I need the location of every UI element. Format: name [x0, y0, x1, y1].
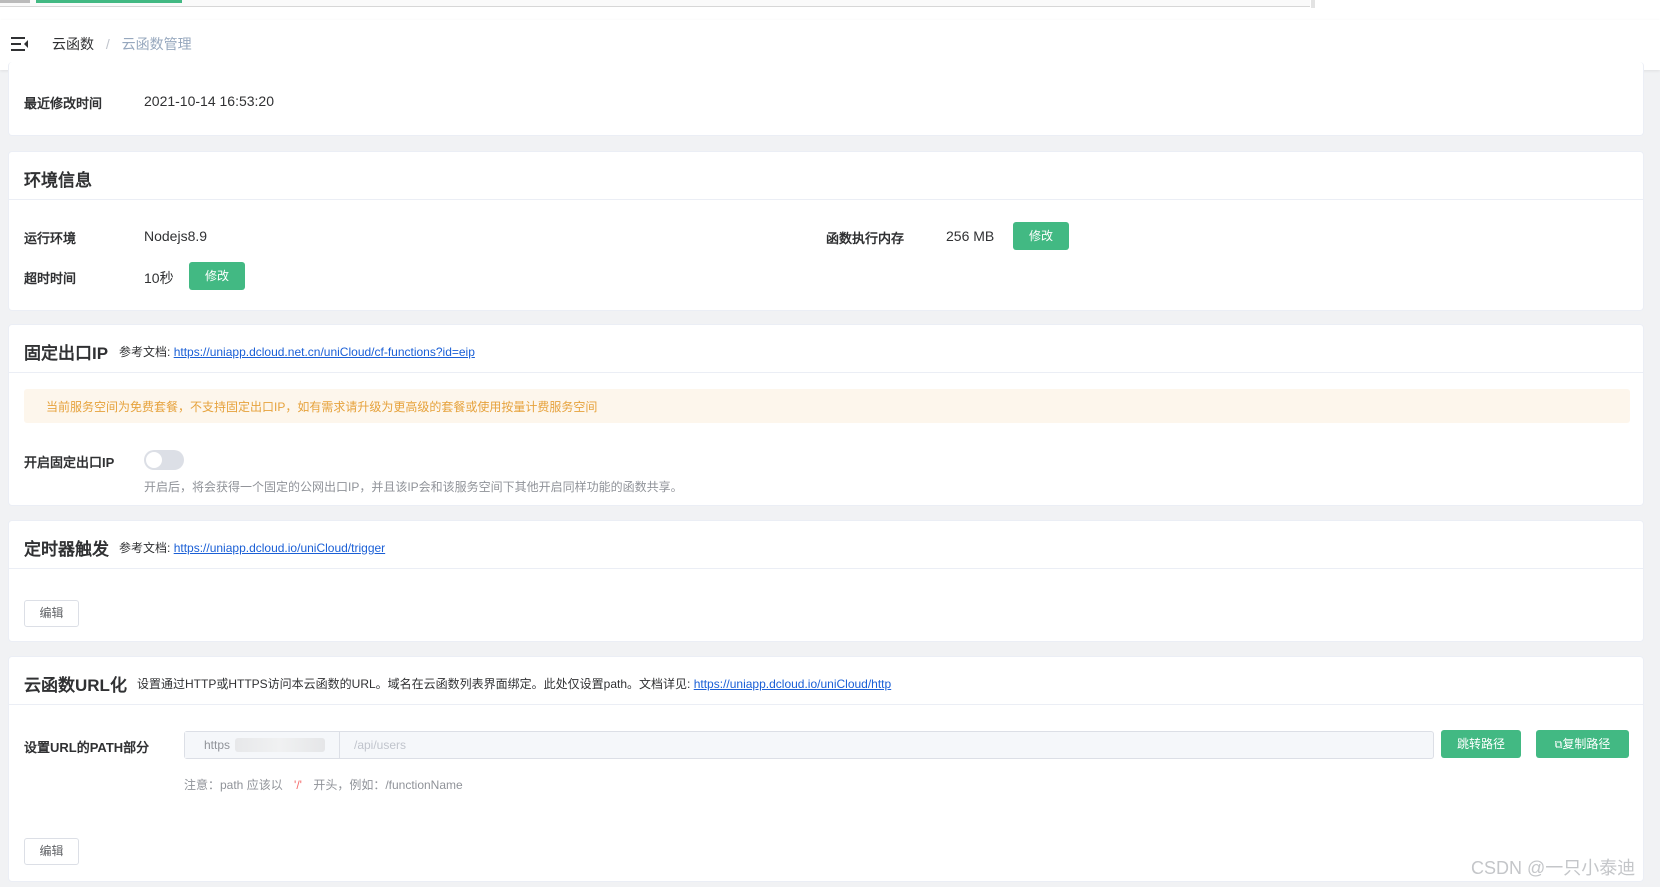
timer-doc: 参考文档: https://uniapp.dcloud.io/uniCloud/…	[119, 539, 385, 556]
copy-path-label: 复制路径	[1562, 737, 1611, 751]
fixed-ip-doc-prefix: 参考文档:	[119, 345, 171, 359]
timer-card: 定时器触发 参考文档: https://uniapp.dcloud.io/uni…	[8, 520, 1644, 642]
env-card-header: 环境信息	[9, 152, 1643, 200]
warning-text: 当前服务空间为免费套餐，不支持固定出口IP，如有需求请升级为更高级的套餐或使用按…	[46, 400, 598, 414]
timeout-label: 超时时间	[24, 271, 77, 286]
fixed-ip-hint: 开启后，将会获得一个固定的公网出口IP，并且该IP会和该服务空间下其他开启同样功…	[144, 480, 683, 494]
path-note-suffix: 开头，例如：/functionName	[313, 778, 463, 792]
tab-inactive[interactable]	[0, 0, 30, 3]
fixed-ip-doc: 参考文档: https://uniapp.dcloud.net.cn/uniCl…	[119, 343, 475, 360]
path-prefix: https	[185, 732, 340, 758]
path-input-group: https	[184, 731, 1434, 759]
path-input[interactable]	[340, 732, 1430, 758]
runtime-value: Nodejs8.9	[144, 228, 208, 244]
url-doc-link[interactable]: https://uniapp.dcloud.io/uniCloud/http	[694, 677, 891, 691]
fixed-ip-doc-link[interactable]: https://uniapp.dcloud.net.cn/uniCloud/cf…	[174, 345, 475, 359]
fixed-ip-header: 固定出口IP 参考文档: https://uniapp.dcloud.net.c…	[9, 325, 1643, 373]
env-title: 环境信息	[24, 171, 92, 190]
timer-doc-link[interactable]: https://uniapp.dcloud.io/uniCloud/trigge…	[174, 541, 385, 555]
url-card: 云函数URL化 设置通过HTTP或HTTPS访问本云函数的URL。域名在云函数列…	[8, 656, 1644, 882]
path-prefix-text: https	[204, 738, 231, 752]
fixed-ip-toggle-label: 开启固定出口IP	[24, 455, 115, 470]
timeout-value: 10秒	[144, 270, 174, 286]
watermark: CSDN @一只小泰迪	[1471, 858, 1636, 878]
url-desc-text: 设置通过HTTP或HTTPS访问本云函数的URL。域名在云函数列表界面绑定。此处…	[137, 677, 691, 691]
url-header: 云函数URL化 设置通过HTTP或HTTPS访问本云函数的URL。域名在云函数列…	[9, 657, 1643, 705]
breadcrumb: 云函数 / 云函数管理	[52, 35, 192, 53]
path-label: 设置URL的PATH部分	[24, 740, 150, 755]
timer-doc-prefix: 参考文档:	[119, 541, 171, 555]
fixed-ip-card: 固定出口IP 参考文档: https://uniapp.dcloud.net.c…	[8, 324, 1644, 506]
runtime-label: 运行环境	[24, 231, 77, 246]
modified-time-value: 2021-10-14 16:53:20	[144, 93, 274, 109]
switch-knob	[146, 452, 162, 468]
hamburger-fold-icon[interactable]	[11, 36, 29, 52]
memory-label: 函数执行内存	[826, 231, 905, 246]
modified-time-label: 最近修改时间	[24, 96, 103, 111]
breadcrumb-home[interactable]: 云函数	[52, 36, 94, 52]
path-note-prefix: 注意：path 应该以	[184, 778, 283, 792]
url-desc: 设置通过HTTP或HTTPS访问本云函数的URL。域名在云函数列表界面绑定。此处…	[137, 675, 891, 692]
tab-bar	[0, 0, 1310, 7]
env-card: 环境信息 运行环境 Nodejs8.9 函数执行内存 256 MB 修改 超时时…	[8, 151, 1644, 311]
basic-info-card: 最近修改时间 2021-10-14 16:53:20	[8, 62, 1644, 136]
breadcrumb-separator: /	[105, 36, 110, 52]
path-prefix-redacted	[235, 738, 325, 752]
copy-path-button[interactable]: ⧉复制路径	[1536, 730, 1629, 758]
memory-value: 256 MB	[946, 228, 995, 244]
memory-edit-button[interactable]: 修改	[1013, 222, 1069, 250]
timer-header: 定时器触发 参考文档: https://uniapp.dcloud.io/uni…	[9, 521, 1643, 569]
path-note: 注意：path 应该以 '/' 开头，例如：/functionName	[184, 776, 463, 793]
timeout-edit-button[interactable]: 修改	[189, 262, 245, 290]
breadcrumb-current: 云函数管理	[121, 36, 192, 52]
fixed-ip-switch[interactable]	[144, 450, 184, 470]
tab-active-indicator[interactable]	[36, 0, 182, 3]
url-title: 云函数URL化	[24, 676, 127, 695]
url-edit-button[interactable]: 编辑	[24, 838, 79, 865]
path-note-slash: '/'	[294, 778, 302, 792]
fixed-ip-title: 固定出口IP	[24, 344, 109, 363]
timer-edit-button[interactable]: 编辑	[24, 600, 79, 627]
top-strip	[0, 0, 1660, 20]
timer-title: 定时器触发	[24, 540, 109, 559]
jump-path-button[interactable]: 跳转路径	[1441, 730, 1521, 758]
scroll-marker	[1311, 0, 1315, 8]
warning-alert: 当前服务空间为免费套餐，不支持固定出口IP，如有需求请升级为更高级的套餐或使用按…	[24, 389, 1630, 423]
